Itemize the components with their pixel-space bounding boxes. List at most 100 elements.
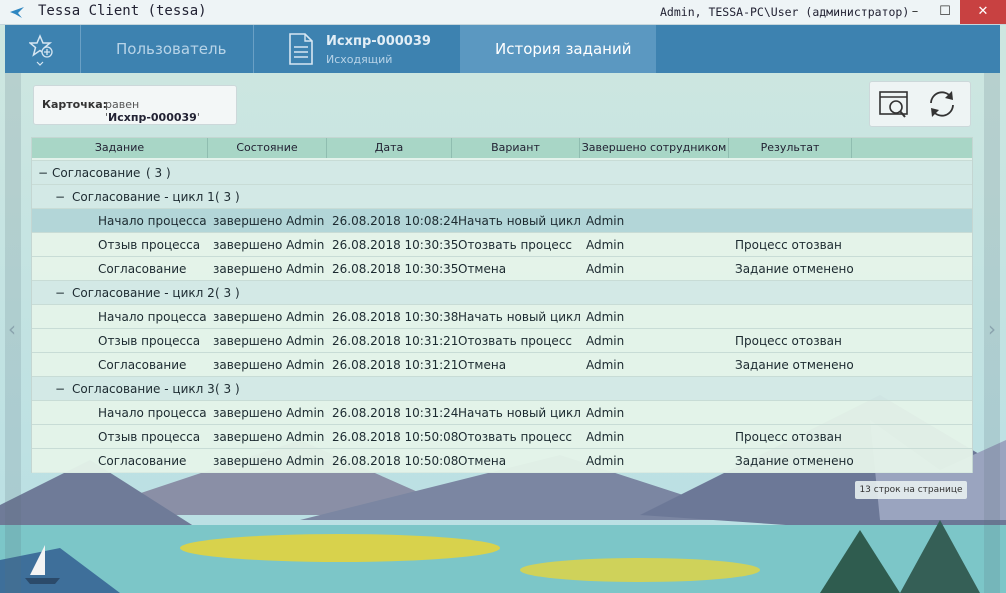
cell-completed-by: Admin <box>586 310 625 324</box>
refresh-button[interactable] <box>925 87 959 121</box>
group-row[interactable]: − Согласование - цикл 2 ( 3 ) <box>32 280 972 305</box>
close-button[interactable]: ✕ <box>960 0 1006 24</box>
tab-task-history-label: История заданий <box>495 40 632 58</box>
search-window-icon <box>879 91 908 118</box>
cell-state: завершено Admin <box>213 358 325 372</box>
cell-state: завершено Admin <box>213 406 325 420</box>
search-button[interactable] <box>877 87 911 121</box>
cell-task: Начало процесса <box>98 406 207 420</box>
cell-completed-by: Admin <box>586 406 625 420</box>
group-label: Согласование <box>52 166 141 180</box>
cell-date: 26.08.2018 10:31:24 <box>332 406 459 420</box>
cell-task: Согласование <box>98 358 187 372</box>
group-count: ( 3 ) <box>146 166 171 180</box>
chevron-right-icon: › <box>988 317 996 341</box>
minimize-button[interactable]: – <box>900 0 930 24</box>
table-row[interactable]: Согласование завершено Admin 26.08.2018 … <box>32 448 972 473</box>
table-row[interactable]: Согласование завершено Admin 26.08.2018 … <box>32 352 972 377</box>
cell-result: Задание отменено <box>735 454 854 468</box>
cell-state: завершено Admin <box>213 262 325 276</box>
user-info: Admin, TESSA-PC\User (администратор) <box>660 5 910 19</box>
group-label: Согласование - цикл 1 <box>72 190 215 204</box>
group-count: ( 3 ) <box>215 190 240 204</box>
table-row[interactable]: Начало процесса завершено Admin 26.08.20… <box>32 400 972 425</box>
cell-option: Отмена <box>458 358 507 372</box>
tab-card[interactable]: Исхпр-000039 Исходящий <box>253 25 460 73</box>
maximize-button[interactable]: ☐ <box>930 0 960 24</box>
cell-date: 26.08.2018 10:50:08 <box>332 430 459 444</box>
group-label: Согласование - цикл 2 <box>72 286 215 300</box>
cell-result: Процесс отозван <box>735 238 842 252</box>
cell-option: Начать новый цикл <box>458 310 581 324</box>
card-number: Исхпр-000039 <box>326 34 431 49</box>
filter-label: Карточка: <box>42 98 108 111</box>
column-header-result[interactable]: Результат <box>729 138 852 158</box>
cell-task: Начало процесса <box>98 310 207 324</box>
cell-option: Отмена <box>458 262 507 276</box>
cell-state: завершено Admin <box>213 454 325 468</box>
filter-card-number: Исхпр-000039 <box>108 111 197 124</box>
tab-task-history[interactable]: История заданий <box>460 25 656 73</box>
cell-completed-by: Admin <box>586 454 625 468</box>
tessa-logo-icon <box>10 7 24 18</box>
table-row[interactable]: Начало процесса завершено Admin 26.08.20… <box>32 304 972 329</box>
cell-completed-by: Admin <box>586 334 625 348</box>
filter-chip[interactable]: Карточка: равен 'Исхпр-000039' <box>33 85 237 125</box>
cell-date: 26.08.2018 10:31:21 <box>332 358 459 372</box>
group-row[interactable]: − Согласование - цикл 1 ( 3 ) <box>32 184 972 209</box>
collapse-icon[interactable]: − <box>55 185 65 209</box>
cell-completed-by: Admin <box>586 262 625 276</box>
filter-suffix: ' <box>196 111 200 124</box>
collapse-icon[interactable]: − <box>38 161 48 185</box>
card-type: Исходящий <box>326 53 393 66</box>
table-row[interactable]: Согласование завершено Admin 26.08.2018 … <box>32 256 972 281</box>
cell-option: Отозвать процесс <box>458 430 573 444</box>
grid-header: Задание Состояние Дата Вариант Завершено… <box>32 138 972 158</box>
table-row[interactable]: Отзыв процесса завершено Admin 26.08.201… <box>32 232 972 257</box>
column-header-task[interactable]: Задание <box>32 138 208 158</box>
cell-date: 26.08.2018 10:30:35 <box>332 262 459 276</box>
tab-user[interactable]: Пользователь <box>80 25 253 73</box>
cell-result: Процесс отозван <box>735 334 842 348</box>
column-header-option[interactable]: Вариант <box>452 138 580 158</box>
cell-task: Согласование <box>98 454 187 468</box>
cell-state: завершено Admin <box>213 310 325 324</box>
cell-state: завершено Admin <box>213 214 325 228</box>
group-row[interactable]: − Согласование ( 3 ) <box>32 160 972 185</box>
collapse-icon[interactable]: − <box>55 281 65 305</box>
column-header-completed-by[interactable]: Завершено сотрудником <box>580 138 729 158</box>
cell-completed-by: Admin <box>586 214 625 228</box>
cell-completed-by: Admin <box>586 430 625 444</box>
cell-task: Согласование <box>98 262 187 276</box>
filter-value: равен 'Исхпр-000039' <box>105 98 236 124</box>
page-size-selector[interactable]: 13 строк на странице <box>855 481 967 499</box>
column-header-date[interactable]: Дата <box>327 138 452 158</box>
cell-date: 26.08.2018 10:30:35 <box>332 238 459 252</box>
app-title: Tessa Client (tessa) <box>38 3 207 19</box>
chevron-left-icon: ‹ <box>8 317 16 341</box>
cell-task: Отзыв процесса <box>98 334 201 348</box>
left-nav-strip[interactable]: ‹ <box>5 73 21 593</box>
group-label: Согласование - цикл 3 <box>72 382 215 396</box>
group-row[interactable]: − Согласование - цикл 3 ( 3 ) <box>32 376 972 401</box>
tab-bar: Пользователь Исхпр-000039 Исходящий Исто… <box>5 25 1000 73</box>
title-bar: Tessa Client (tessa) Admin, TESSA-PC\Use… <box>0 0 1006 25</box>
cell-result: Процесс отозван <box>735 430 842 444</box>
table-row[interactable]: Отзыв процесса завершено Admin 26.08.201… <box>32 424 972 449</box>
cell-result: Задание отменено <box>735 358 854 372</box>
right-nav-strip[interactable]: › <box>984 73 1000 593</box>
cell-task: Отзыв процесса <box>98 430 201 444</box>
table-row[interactable]: Отзыв процесса завершено Admin 26.08.201… <box>32 328 972 353</box>
cell-task: Начало процесса <box>98 214 207 228</box>
favorites-button[interactable] <box>5 25 79 73</box>
column-header-state[interactable]: Состояние <box>208 138 327 158</box>
collapse-icon[interactable]: − <box>55 377 65 401</box>
table-row[interactable]: Начало процесса завершено Admin 26.08.20… <box>32 208 972 233</box>
task-history-grid: Задание Состояние Дата Вариант Завершено… <box>31 137 973 473</box>
group-count: ( 3 ) <box>215 382 240 396</box>
cell-option: Отозвать процесс <box>458 334 573 348</box>
cell-completed-by: Admin <box>586 358 625 372</box>
cell-completed-by: Admin <box>586 238 625 252</box>
document-icon <box>289 33 313 65</box>
star-add-icon <box>29 34 53 66</box>
